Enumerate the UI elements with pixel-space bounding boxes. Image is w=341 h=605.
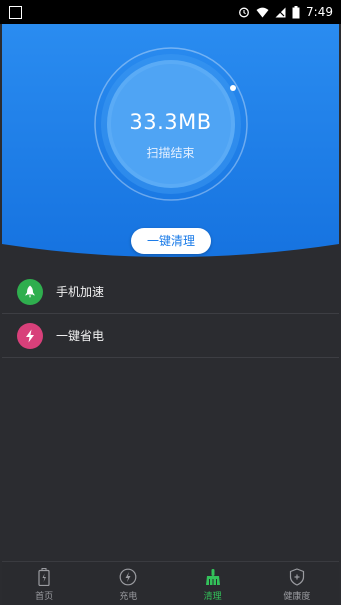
scan-size-value: 33.3MB [129, 110, 212, 134]
signal-icon [275, 7, 286, 17]
ring-indicator-dot [230, 85, 236, 91]
shield-icon [287, 567, 307, 587]
scan-status: 扫描结束 [146, 146, 195, 160]
rocket-icon [17, 278, 43, 305]
clean-button[interactable]: 一键清理 [131, 228, 211, 254]
notification-icon [9, 5, 22, 19]
battery-icon [34, 567, 54, 587]
list-item-speedup[interactable]: 手机加速 [2, 270, 339, 314]
list-item-label: 一键省电 [56, 329, 105, 343]
list-item-power-save[interactable]: 一键省电 [2, 314, 339, 358]
lightning-icon [17, 322, 43, 349]
tab-health[interactable]: 健康度 [255, 562, 339, 605]
tab-label: 健康度 [283, 592, 311, 602]
feature-list: 手机加速 一键省电 [2, 270, 339, 358]
list-item-label: 手机加速 [56, 285, 105, 299]
tab-label: 充电 [119, 592, 138, 602]
status-bar: 7:49 [0, 0, 341, 24]
bottom-tab-bar: 首页 充电 清理 健康度 [2, 561, 339, 605]
tab-label: 清理 [203, 592, 222, 602]
broom-icon [203, 567, 223, 587]
tab-label: 首页 [35, 592, 54, 602]
status-indicators: 7:49 [238, 0, 333, 24]
status-time: 7:49 [306, 5, 333, 19]
alarm-icon [239, 7, 249, 18]
tab-home[interactable]: 首页 [2, 562, 86, 605]
battery-status-icon [292, 5, 300, 18]
tab-clean[interactable]: 清理 [171, 562, 255, 605]
tab-charge[interactable]: 充电 [86, 562, 170, 605]
charge-icon [118, 567, 138, 587]
wifi-icon [256, 7, 269, 17]
